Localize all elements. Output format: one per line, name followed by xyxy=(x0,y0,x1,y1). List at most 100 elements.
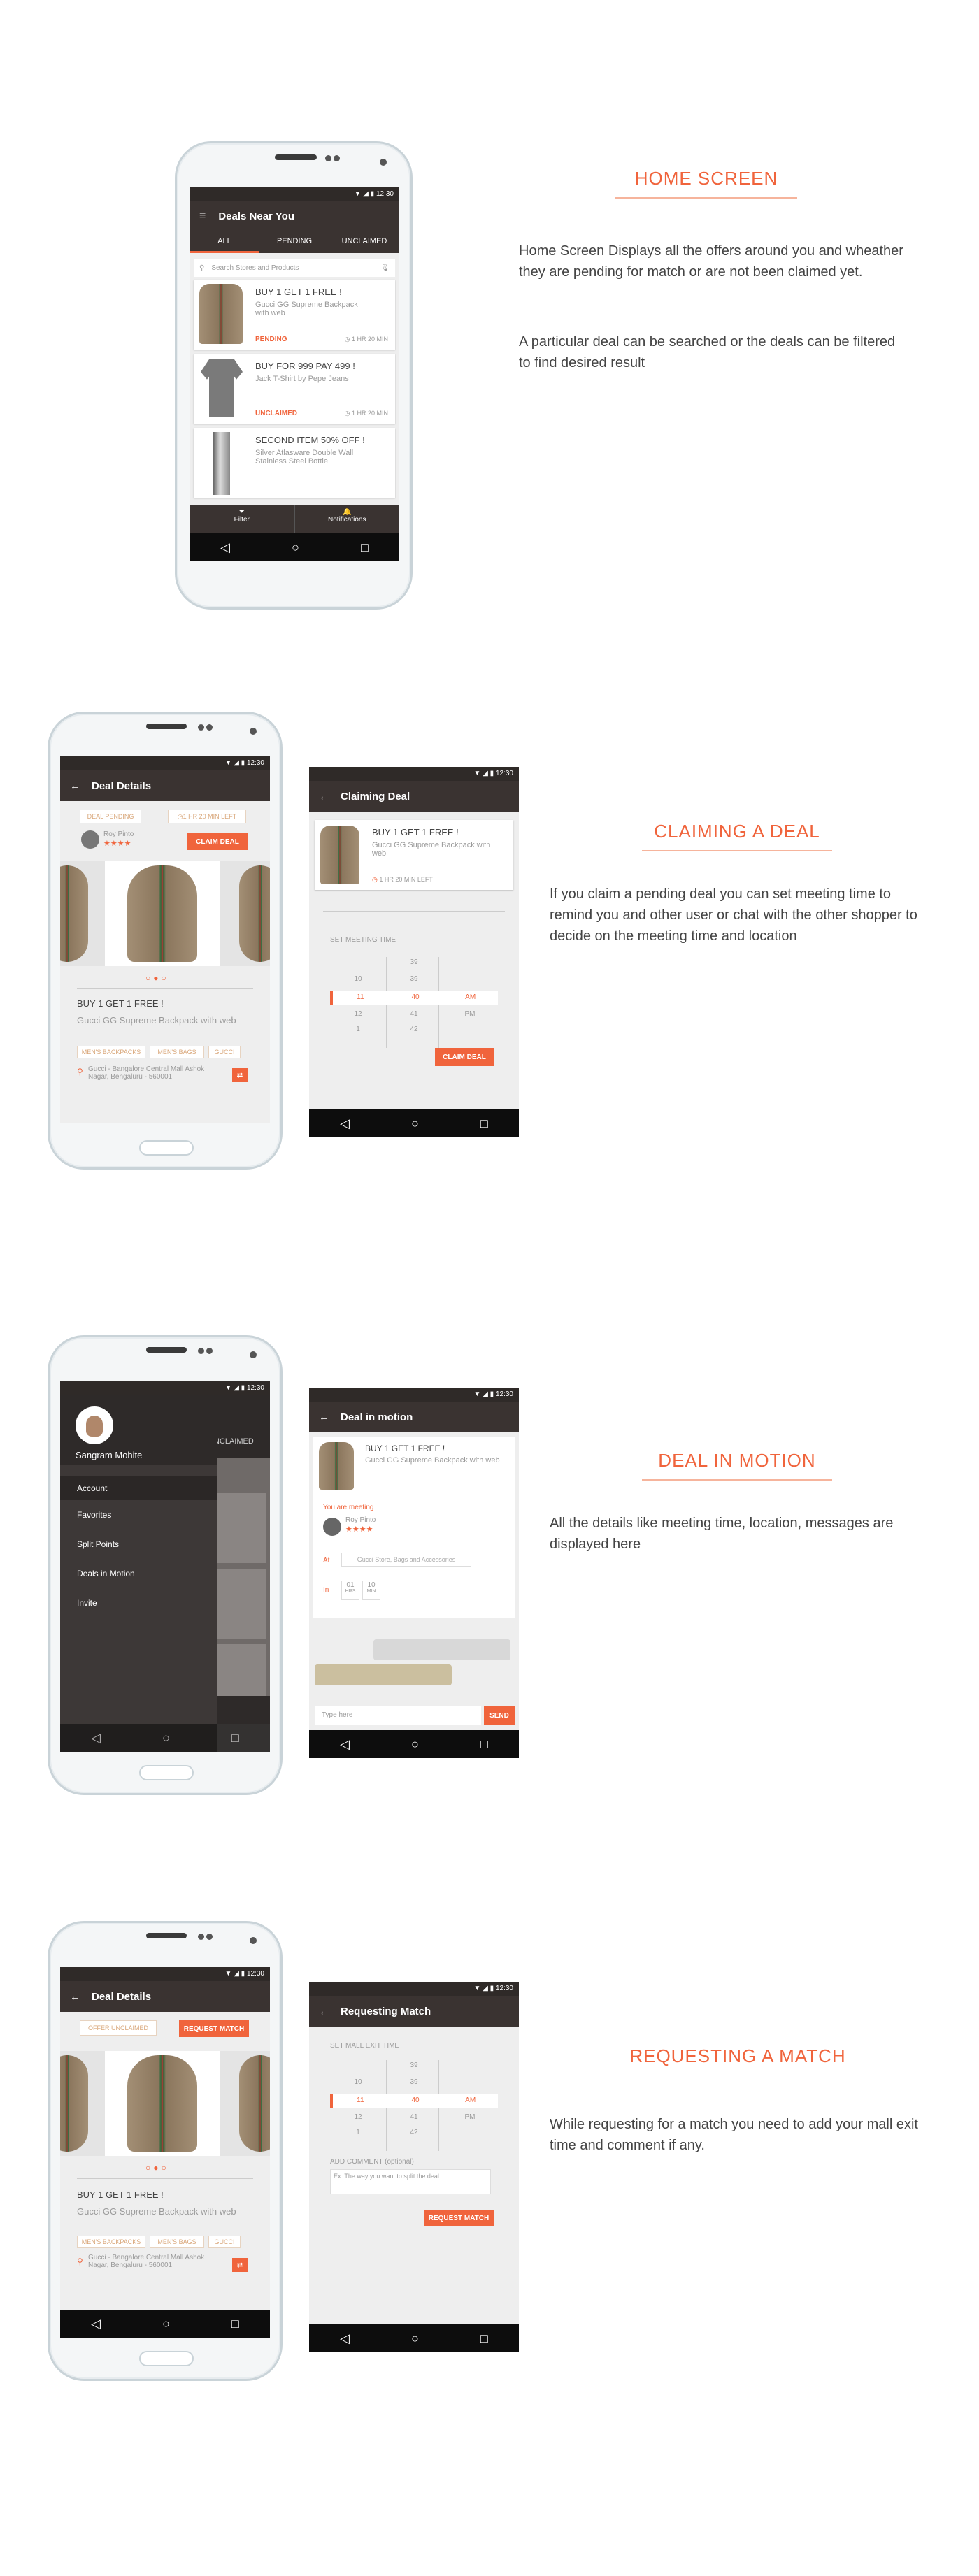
send-button[interactable]: SEND xyxy=(484,1706,515,1725)
drawer-item-invite[interactable]: Invite xyxy=(60,1588,217,1618)
app-bar: ← Deal Details xyxy=(60,770,270,801)
android-nav-bar: ◁ ○ □ xyxy=(309,1730,519,1758)
request-details-screen: ▼ ◢ ▮ 12:30 ← Deal Details OFFER UNCLAIM… xyxy=(60,1967,270,2338)
deal-status: UNCLAIMED xyxy=(255,410,297,417)
bottom-action-bar: ⏷ Filter 🔔 Notifications xyxy=(190,505,399,533)
sensor xyxy=(334,155,340,161)
claim-deal-button[interactable]: CLAIM DEAL xyxy=(187,833,248,850)
set-time-label: SET MEETING TIME xyxy=(330,936,396,944)
home-icon[interactable]: ○ xyxy=(292,540,299,555)
request-match-button[interactable]: REQUEST MATCH xyxy=(179,2020,249,2037)
camera xyxy=(250,1351,257,1358)
back-arrow-icon[interactable]: ← xyxy=(70,1991,80,2003)
mic-icon[interactable]: 🎙 xyxy=(380,264,390,272)
home-icon[interactable]: ○ xyxy=(162,2317,170,2331)
page-title: Requesting Match xyxy=(341,2005,431,2017)
tag-chip[interactable]: GUCCI xyxy=(208,2236,241,2248)
sensor xyxy=(206,1934,213,1940)
drawer-screen: ▼ ◢ ▮ 12:30 UNCLAIMED Sangram Mohite Acc… xyxy=(60,1381,270,1752)
back-arrow-icon[interactable]: ← xyxy=(319,791,329,803)
home-icon[interactable]: ○ xyxy=(411,1737,419,1752)
tag-chip[interactable]: MEN'S BAGS xyxy=(150,2236,204,2248)
location-chip: Gucci Store, Bags and Accessories xyxy=(341,1553,471,1567)
time-picker[interactable]: 39 10 39 11 40 AM 12 41 PM 1 42 xyxy=(330,2060,498,2151)
drawer-item-deals-in-motion[interactable]: Deals in Motion xyxy=(60,1559,217,1588)
picker-row: 12 41 PM xyxy=(354,1010,476,1018)
section-text: All the details like meeting time, locat… xyxy=(550,1516,894,1552)
status-bar: ▼ ◢ ▮ 12:30 xyxy=(60,1381,270,1395)
image-carousel[interactable] xyxy=(60,2051,270,2156)
back-icon[interactable]: ◁ xyxy=(220,540,230,555)
status-bar: ▼ ◢ ▮ 12:30 xyxy=(190,187,399,201)
recents-icon[interactable]: □ xyxy=(480,1737,488,1752)
back-arrow-icon[interactable]: ← xyxy=(319,1411,329,1423)
home-button[interactable] xyxy=(139,1140,194,1156)
back-icon[interactable]: ◁ xyxy=(340,2331,350,2346)
divider xyxy=(323,911,505,912)
page-title: Claiming Deal xyxy=(341,790,410,803)
back-arrow-icon[interactable]: ← xyxy=(319,2006,329,2017)
deal-card[interactable]: SECOND ITEM 50% OFF ! Silver Atlasware D… xyxy=(194,428,395,498)
tab-unclaimed[interactable]: UNCLAIMED xyxy=(329,231,399,253)
request-match-button[interactable]: REQUEST MATCH xyxy=(424,2210,494,2226)
tab-bar: ALL PENDING UNCLAIMED xyxy=(190,231,399,253)
recents-icon[interactable]: □ xyxy=(231,2317,239,2331)
status-bar: ▼ ◢ ▮ 12:30 xyxy=(309,1388,519,1402)
message-input[interactable]: Type here xyxy=(315,1706,481,1725)
recents-icon[interactable]: □ xyxy=(361,540,369,555)
home-icon[interactable]: ○ xyxy=(411,1116,419,1131)
picker-row: 1 42 xyxy=(356,1026,418,1033)
back-icon[interactable]: ◁ xyxy=(340,1737,350,1752)
bottle-image xyxy=(213,432,230,495)
recents-icon[interactable]: □ xyxy=(231,1731,239,1746)
home-button[interactable] xyxy=(139,2351,194,2366)
time-picker[interactable]: 39 10 39 11 40 AM 12 41 PM 1 42 xyxy=(330,957,498,1048)
back-arrow-icon[interactable]: ← xyxy=(70,780,80,792)
speaker xyxy=(146,724,187,729)
recents-icon[interactable]: □ xyxy=(480,2331,488,2346)
tag-chip[interactable]: MEN'S BACKPACKS xyxy=(77,2236,145,2248)
nav-drawer: Sangram Mohite Account Favorites Split P… xyxy=(60,1395,217,1752)
deal-card[interactable]: BUY 1 GET 1 FREE ! Gucci GG Supreme Back… xyxy=(194,280,395,350)
image-carousel[interactable] xyxy=(60,861,270,966)
tag-chip[interactable]: GUCCI xyxy=(208,1046,241,1058)
drawer-item-split-points[interactable]: Split Points xyxy=(60,1530,217,1559)
search-input[interactable]: Search Stores and Products xyxy=(211,264,380,272)
deal-card[interactable]: BUY FOR 999 PAY 499 ! Jack T-Shirt by Pe… xyxy=(194,354,395,424)
user-name: Sangram Mohite xyxy=(76,1450,143,1460)
tab-pending[interactable]: PENDING xyxy=(259,231,329,253)
share-icon[interactable]: ⇄ xyxy=(232,2258,248,2272)
deal-title: BUY FOR 999 PAY 499 ! xyxy=(255,361,355,371)
sensor xyxy=(206,724,213,731)
at-label: At xyxy=(323,1557,330,1564)
drawer-header: Sangram Mohite xyxy=(60,1395,217,1465)
back-icon[interactable]: ◁ xyxy=(91,1731,101,1746)
avatar[interactable] xyxy=(76,1406,113,1444)
status-time: 12:30 xyxy=(246,759,264,767)
tab-all[interactable]: ALL xyxy=(190,231,259,253)
share-icon[interactable]: ⇄ xyxy=(232,1068,248,1082)
time-hours: 01 HRS xyxy=(341,1581,359,1600)
status-time: 12:30 xyxy=(495,770,513,777)
home-icon[interactable]: ○ xyxy=(411,2331,419,2346)
drawer-item-favorites[interactable]: Favorites xyxy=(60,1500,217,1530)
sensor xyxy=(325,155,331,161)
section-text: While requesting for a match you need to… xyxy=(550,2117,918,2153)
home-icon[interactable]: ○ xyxy=(162,1731,170,1746)
section-title-motion: DEAL IN MOTION xyxy=(658,1450,816,1471)
tag-chip[interactable]: MEN'S BAGS xyxy=(150,1046,204,1058)
comment-input[interactable]: Ex: The way you want to split the deal xyxy=(330,2169,491,2194)
tag-chip[interactable]: MEN'S BACKPACKS xyxy=(77,1046,145,1058)
notifications-button[interactable]: 🔔 Notifications xyxy=(295,505,400,533)
recents-icon[interactable]: □ xyxy=(480,1116,488,1131)
backpack-image xyxy=(319,1442,354,1490)
filter-button[interactable]: ⏷ Filter xyxy=(190,505,295,533)
search-bar[interactable]: ⚲ Search Stores and Products 🎙 xyxy=(194,259,395,277)
picker-row: 10 39 xyxy=(354,2078,418,2086)
drawer-item-account[interactable]: Account xyxy=(60,1476,217,1500)
back-icon[interactable]: ◁ xyxy=(91,2317,101,2331)
back-icon[interactable]: ◁ xyxy=(340,1116,350,1131)
claim-deal-button[interactable]: CLAIM DEAL xyxy=(435,1048,494,1066)
home-button[interactable] xyxy=(139,1765,194,1780)
menu-icon[interactable]: ≡ xyxy=(199,210,206,222)
